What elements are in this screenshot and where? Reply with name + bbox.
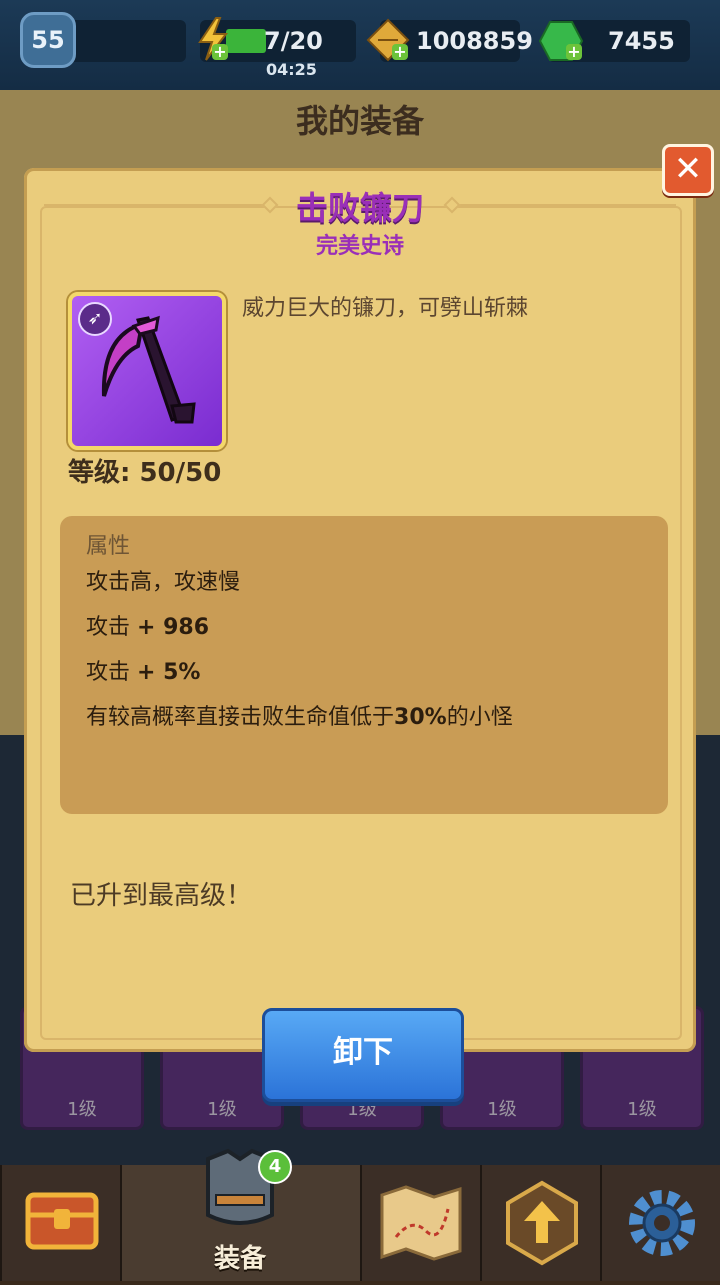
unequip-button[interactable]: 卸下 xyxy=(262,1008,464,1102)
add-gems-button[interactable]: + xyxy=(566,44,582,60)
nav-settings[interactable] xyxy=(600,1165,720,1281)
nav-upgrade[interactable] xyxy=(480,1165,602,1281)
item-level: 等级: 50/50 xyxy=(68,458,222,488)
treasure-chest-icon xyxy=(25,1192,99,1250)
upgrade-arrow-icon xyxy=(506,1180,578,1266)
energy-timer: 04:25 xyxy=(266,60,317,79)
energy-fill xyxy=(226,29,266,53)
item-description: 威力巨大的镰刀，可劈山斩棘 xyxy=(242,296,529,321)
equipment-badge: 4 xyxy=(258,1150,292,1184)
energy-value: 7/20 xyxy=(264,27,323,55)
nav-shop[interactable] xyxy=(0,1165,122,1281)
attributes-heading: 属性 xyxy=(86,534,131,559)
item-name: 击败镰刀 xyxy=(295,189,424,227)
close-button[interactable]: ✕ xyxy=(662,144,714,196)
attribute-line: 攻击高，攻速慢 xyxy=(86,570,241,595)
top-hud: 55 7/20 + 04:25 1008859 + 7455 + xyxy=(0,0,720,90)
add-gold-button[interactable]: + xyxy=(392,44,408,60)
map-icon xyxy=(380,1185,462,1261)
nav-equipment-label: 装备 xyxy=(213,1244,266,1274)
attribute-line: 攻击 + 986 xyxy=(86,615,210,640)
nav-map[interactable] xyxy=(360,1165,482,1281)
gem-value: 7455 xyxy=(608,27,675,55)
scythe-icon xyxy=(101,315,196,424)
item-icon: ➶ xyxy=(68,292,226,450)
attribute-line: 有较高概率直接击败生命值低于30%的小怪 xyxy=(86,705,513,730)
add-energy-button[interactable]: + xyxy=(212,44,228,60)
attribute-line: 攻击 + 5% xyxy=(86,660,201,685)
item-quality: 完美史诗 xyxy=(315,234,404,259)
max-level-message: 已升到最高级！ xyxy=(70,881,253,911)
close-icon: ✕ xyxy=(673,149,703,189)
gear-icon xyxy=(629,1190,695,1256)
player-level-badge: 55 xyxy=(20,12,76,68)
gold-value: 1008859 xyxy=(416,27,533,55)
